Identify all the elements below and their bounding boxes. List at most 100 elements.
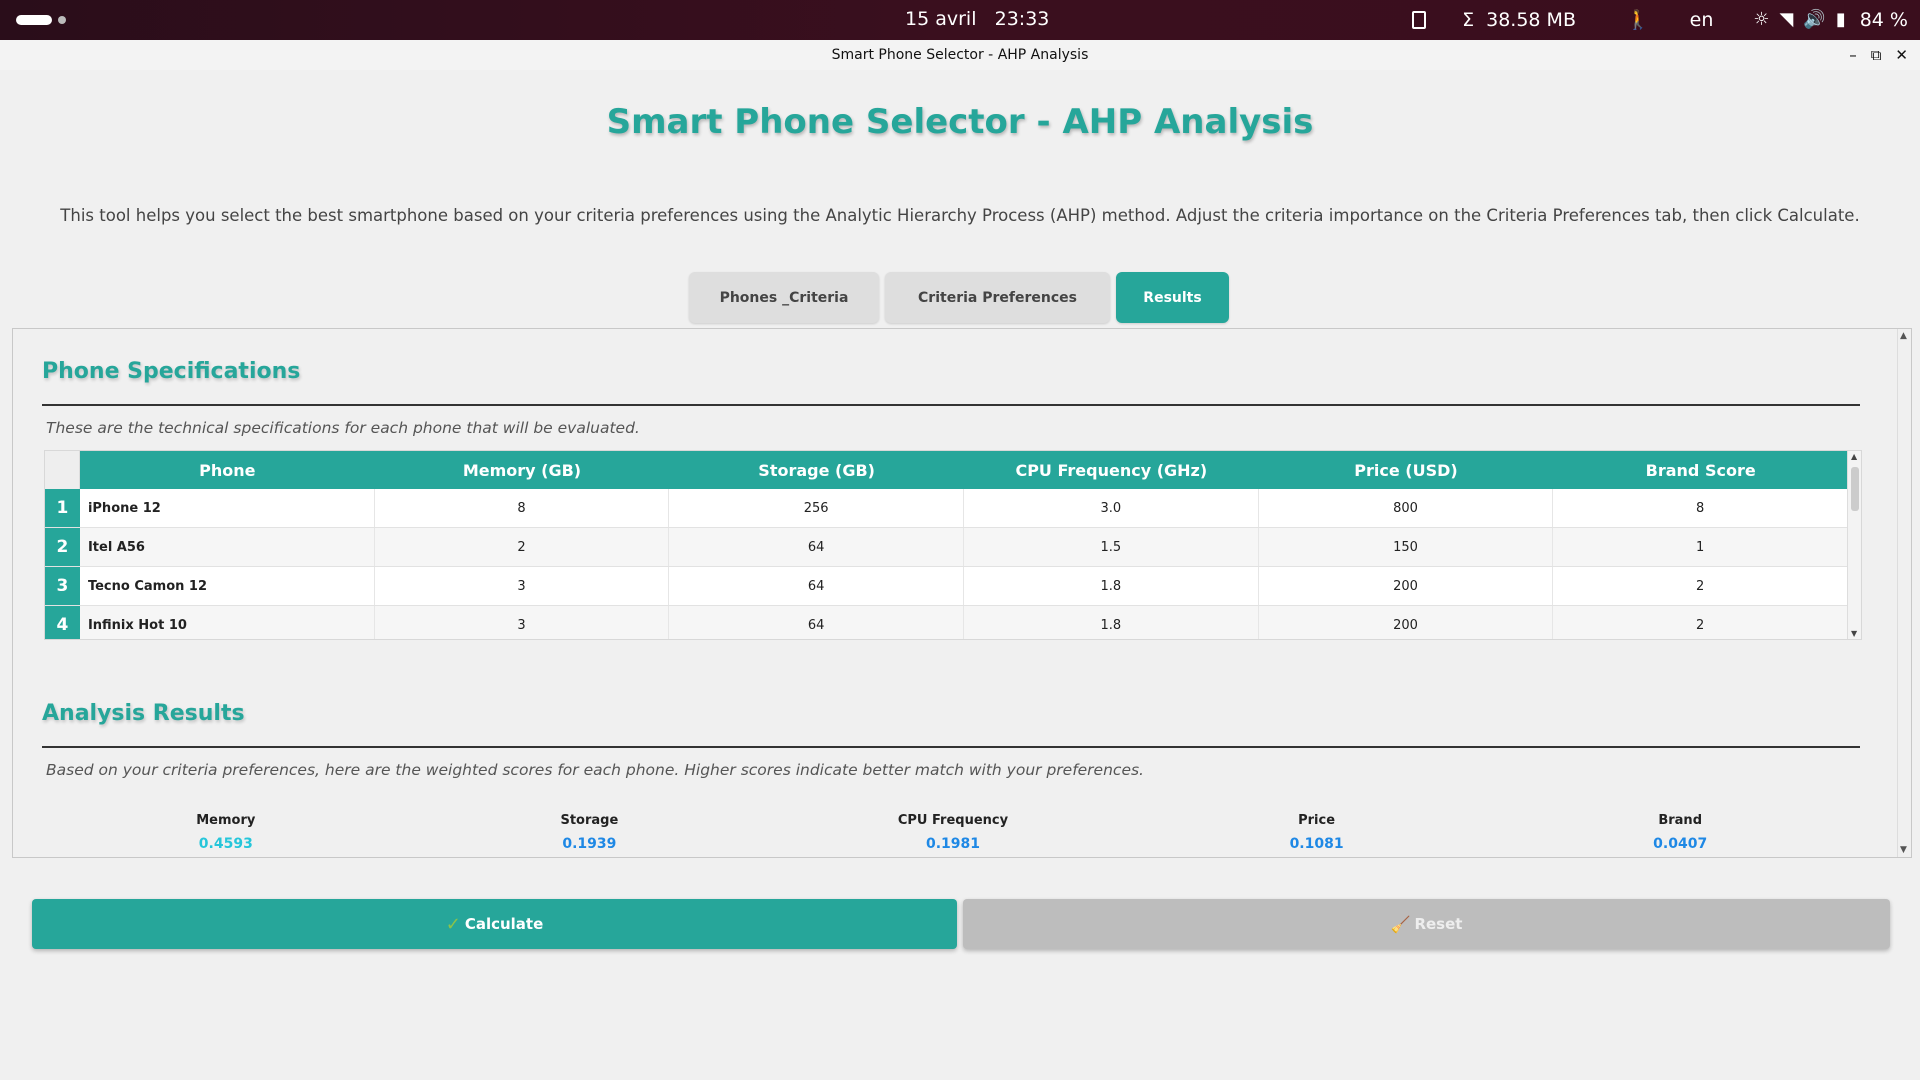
table-cell[interactable]: 800 xyxy=(1259,489,1554,527)
divider xyxy=(42,746,1860,748)
clipboard-icon[interactable] xyxy=(1412,10,1427,29)
weight-value: 0.4593 xyxy=(198,836,253,852)
table-cell[interactable]: 1.8 xyxy=(964,567,1259,605)
table-cell[interactable]: 1.8 xyxy=(964,606,1259,639)
brightness-icon[interactable]: ☼ xyxy=(1753,9,1769,30)
panel-scrollbar[interactable]: ▲ ▼ xyxy=(1897,329,1911,857)
table-row[interactable]: 3 Tecno Camon 12 3 64 1.8 200 2 xyxy=(45,567,1848,606)
table-cell[interactable]: 3.0 xyxy=(964,489,1259,527)
volume-icon[interactable]: 🔊 xyxy=(1803,9,1825,30)
weight-value: 0.1081 xyxy=(1289,836,1344,852)
weight-cpu-frequency: CPU Frequency 0.1981 xyxy=(853,813,1053,857)
scroll-down-icon[interactable]: ▼ xyxy=(1851,629,1857,638)
scrollbar-thumb[interactable] xyxy=(1851,467,1859,511)
column-header[interactable]: Phone xyxy=(79,451,375,489)
table-cell[interactable]: 64 xyxy=(669,528,964,566)
specs-note: These are the technical specifications f… xyxy=(46,419,640,437)
row-number[interactable]: 3 xyxy=(45,567,80,605)
column-header[interactable]: Storage (GB) xyxy=(669,451,964,489)
scroll-down-icon[interactable]: ▼ xyxy=(1900,845,1907,855)
analysis-note: Based on your criteria preferences, here… xyxy=(46,761,1144,779)
tab-phones-criteria[interactable]: Phones _Criteria xyxy=(689,272,879,323)
intro-text: This tool helps you select the best smar… xyxy=(60,206,1860,225)
accessibility-icon[interactable]: 🚶 xyxy=(1626,8,1650,31)
table-cell[interactable]: 8 xyxy=(1553,489,1848,527)
battery-icon[interactable]: ▮ xyxy=(1836,9,1846,30)
date-text: 15 avril xyxy=(905,8,977,30)
window-controls: – ⧉ ✕ xyxy=(1849,40,1908,70)
table-corner[interactable] xyxy=(45,451,80,489)
window-title: Smart Phone Selector - AHP Analysis xyxy=(831,47,1089,63)
tab-results[interactable]: Results xyxy=(1116,272,1229,323)
table-cell[interactable]: iPhone 12 xyxy=(80,489,375,527)
clock[interactable]: 15 avril 23:33 xyxy=(905,8,1049,30)
criteria-weights: Memory 0.4593 Storage 0.1939 CPU Frequen… xyxy=(44,813,1862,857)
minimize-button[interactable]: – xyxy=(1849,40,1857,70)
table-cell[interactable]: 2 xyxy=(1553,567,1848,605)
column-header[interactable]: Price (USD) xyxy=(1258,451,1554,489)
language-indicator[interactable]: en xyxy=(1690,9,1714,31)
weight-label: CPU Frequency xyxy=(897,813,1009,828)
table-cell[interactable]: 8 xyxy=(375,489,670,527)
app-content: Smart Phone Selector - AHP Analysis This… xyxy=(4,70,1916,1076)
page-title: Smart Phone Selector - AHP Analysis xyxy=(606,102,1314,142)
weight-label: Memory xyxy=(196,813,256,828)
weight-label: Storage xyxy=(560,813,619,828)
table-cell[interactable]: 64 xyxy=(669,606,964,639)
table-cell[interactable]: 200 xyxy=(1259,567,1554,605)
row-number[interactable]: 1 xyxy=(45,489,80,527)
checkmark-icon: ✓ xyxy=(445,913,461,935)
table-cell[interactable]: 64 xyxy=(669,567,964,605)
row-number[interactable]: 4 xyxy=(45,606,80,639)
table-cell[interactable]: 2 xyxy=(375,528,670,566)
table-cell[interactable]: 1 xyxy=(1553,528,1848,566)
close-button[interactable]: ✕ xyxy=(1895,40,1908,70)
row-number[interactable]: 2 xyxy=(45,528,80,566)
table-row[interactable]: 1 iPhone 12 8 256 3.0 800 8 xyxy=(45,489,1848,528)
table-cell[interactable]: Tecno Camon 12 xyxy=(80,567,375,605)
table-cell[interactable]: 2 xyxy=(1553,606,1848,639)
memory-usage[interactable]: 38.58 MB xyxy=(1486,9,1576,31)
table-cell[interactable]: Itel A56 xyxy=(80,528,375,566)
activities-indicator[interactable] xyxy=(16,15,52,25)
table-row[interactable]: 4 Infinix Hot 10 3 64 1.8 200 2 xyxy=(45,606,1848,639)
table-cell[interactable]: 3 xyxy=(375,606,670,639)
tab-criteria-preferences[interactable]: Criteria Preferences xyxy=(885,272,1110,323)
window-title-bar: Smart Phone Selector - AHP Analysis – ⧉ … xyxy=(0,40,1920,70)
weight-label: Price xyxy=(1298,813,1336,828)
table-cell[interactable]: Infinix Hot 10 xyxy=(80,606,375,639)
weight-price: Price 0.1081 xyxy=(1217,813,1417,857)
workspace-dot[interactable] xyxy=(58,16,66,24)
table-scrollbar[interactable]: ▲ ▼ xyxy=(1847,451,1861,639)
weight-brand: Brand 0.0407 xyxy=(1580,813,1780,857)
reset-label: Reset xyxy=(1414,915,1463,933)
scroll-up-icon[interactable]: ▲ xyxy=(1851,452,1857,461)
weight-value: 0.1939 xyxy=(562,836,617,852)
table-row[interactable]: 2 Itel A56 2 64 1.5 150 1 xyxy=(45,528,1848,567)
analysis-title: Analysis Results xyxy=(42,701,245,726)
table-cell[interactable]: 150 xyxy=(1259,528,1554,566)
table-cell[interactable]: 200 xyxy=(1259,606,1554,639)
table-header: Phone Memory (GB) Storage (GB) CPU Frequ… xyxy=(45,451,1848,489)
calculate-label: Calculate xyxy=(464,915,544,933)
wifi-icon[interactable]: ◥ xyxy=(1780,9,1794,30)
column-header[interactable]: CPU Frequency (GHz) xyxy=(963,451,1259,489)
table-cell[interactable]: 3 xyxy=(375,567,670,605)
specs-title: Phone Specifications xyxy=(42,359,301,384)
reset-button[interactable]: 🧹 Reset xyxy=(963,899,1890,949)
weight-value: 0.1981 xyxy=(925,836,980,852)
column-header[interactable]: Brand Score xyxy=(1553,451,1848,489)
results-panel[interactable]: Phone Specifications These are the techn… xyxy=(12,328,1912,858)
specs-table[interactable]: Phone Memory (GB) Storage (GB) CPU Frequ… xyxy=(44,450,1862,640)
scroll-up-icon[interactable]: ▲ xyxy=(1900,331,1907,341)
maximize-button[interactable]: ⧉ xyxy=(1871,40,1882,70)
table-cell[interactable]: 1.5 xyxy=(964,528,1259,566)
table-cell[interactable]: 256 xyxy=(669,489,964,527)
column-header[interactable]: Memory (GB) xyxy=(374,451,670,489)
divider xyxy=(42,404,1860,406)
system-top-bar: 15 avril 23:33 Σ 38.58 MB 🚶 en ☼ ◥ 🔊 ▮ 8… xyxy=(0,0,1920,40)
time-text: 23:33 xyxy=(994,8,1050,30)
weight-storage: Storage 0.1939 xyxy=(489,813,689,857)
system-tray: Σ 38.58 MB 🚶 en ☼ ◥ 🔊 ▮ 84 % xyxy=(1412,8,1908,31)
calculate-button[interactable]: ✓ Calculate xyxy=(32,899,957,949)
